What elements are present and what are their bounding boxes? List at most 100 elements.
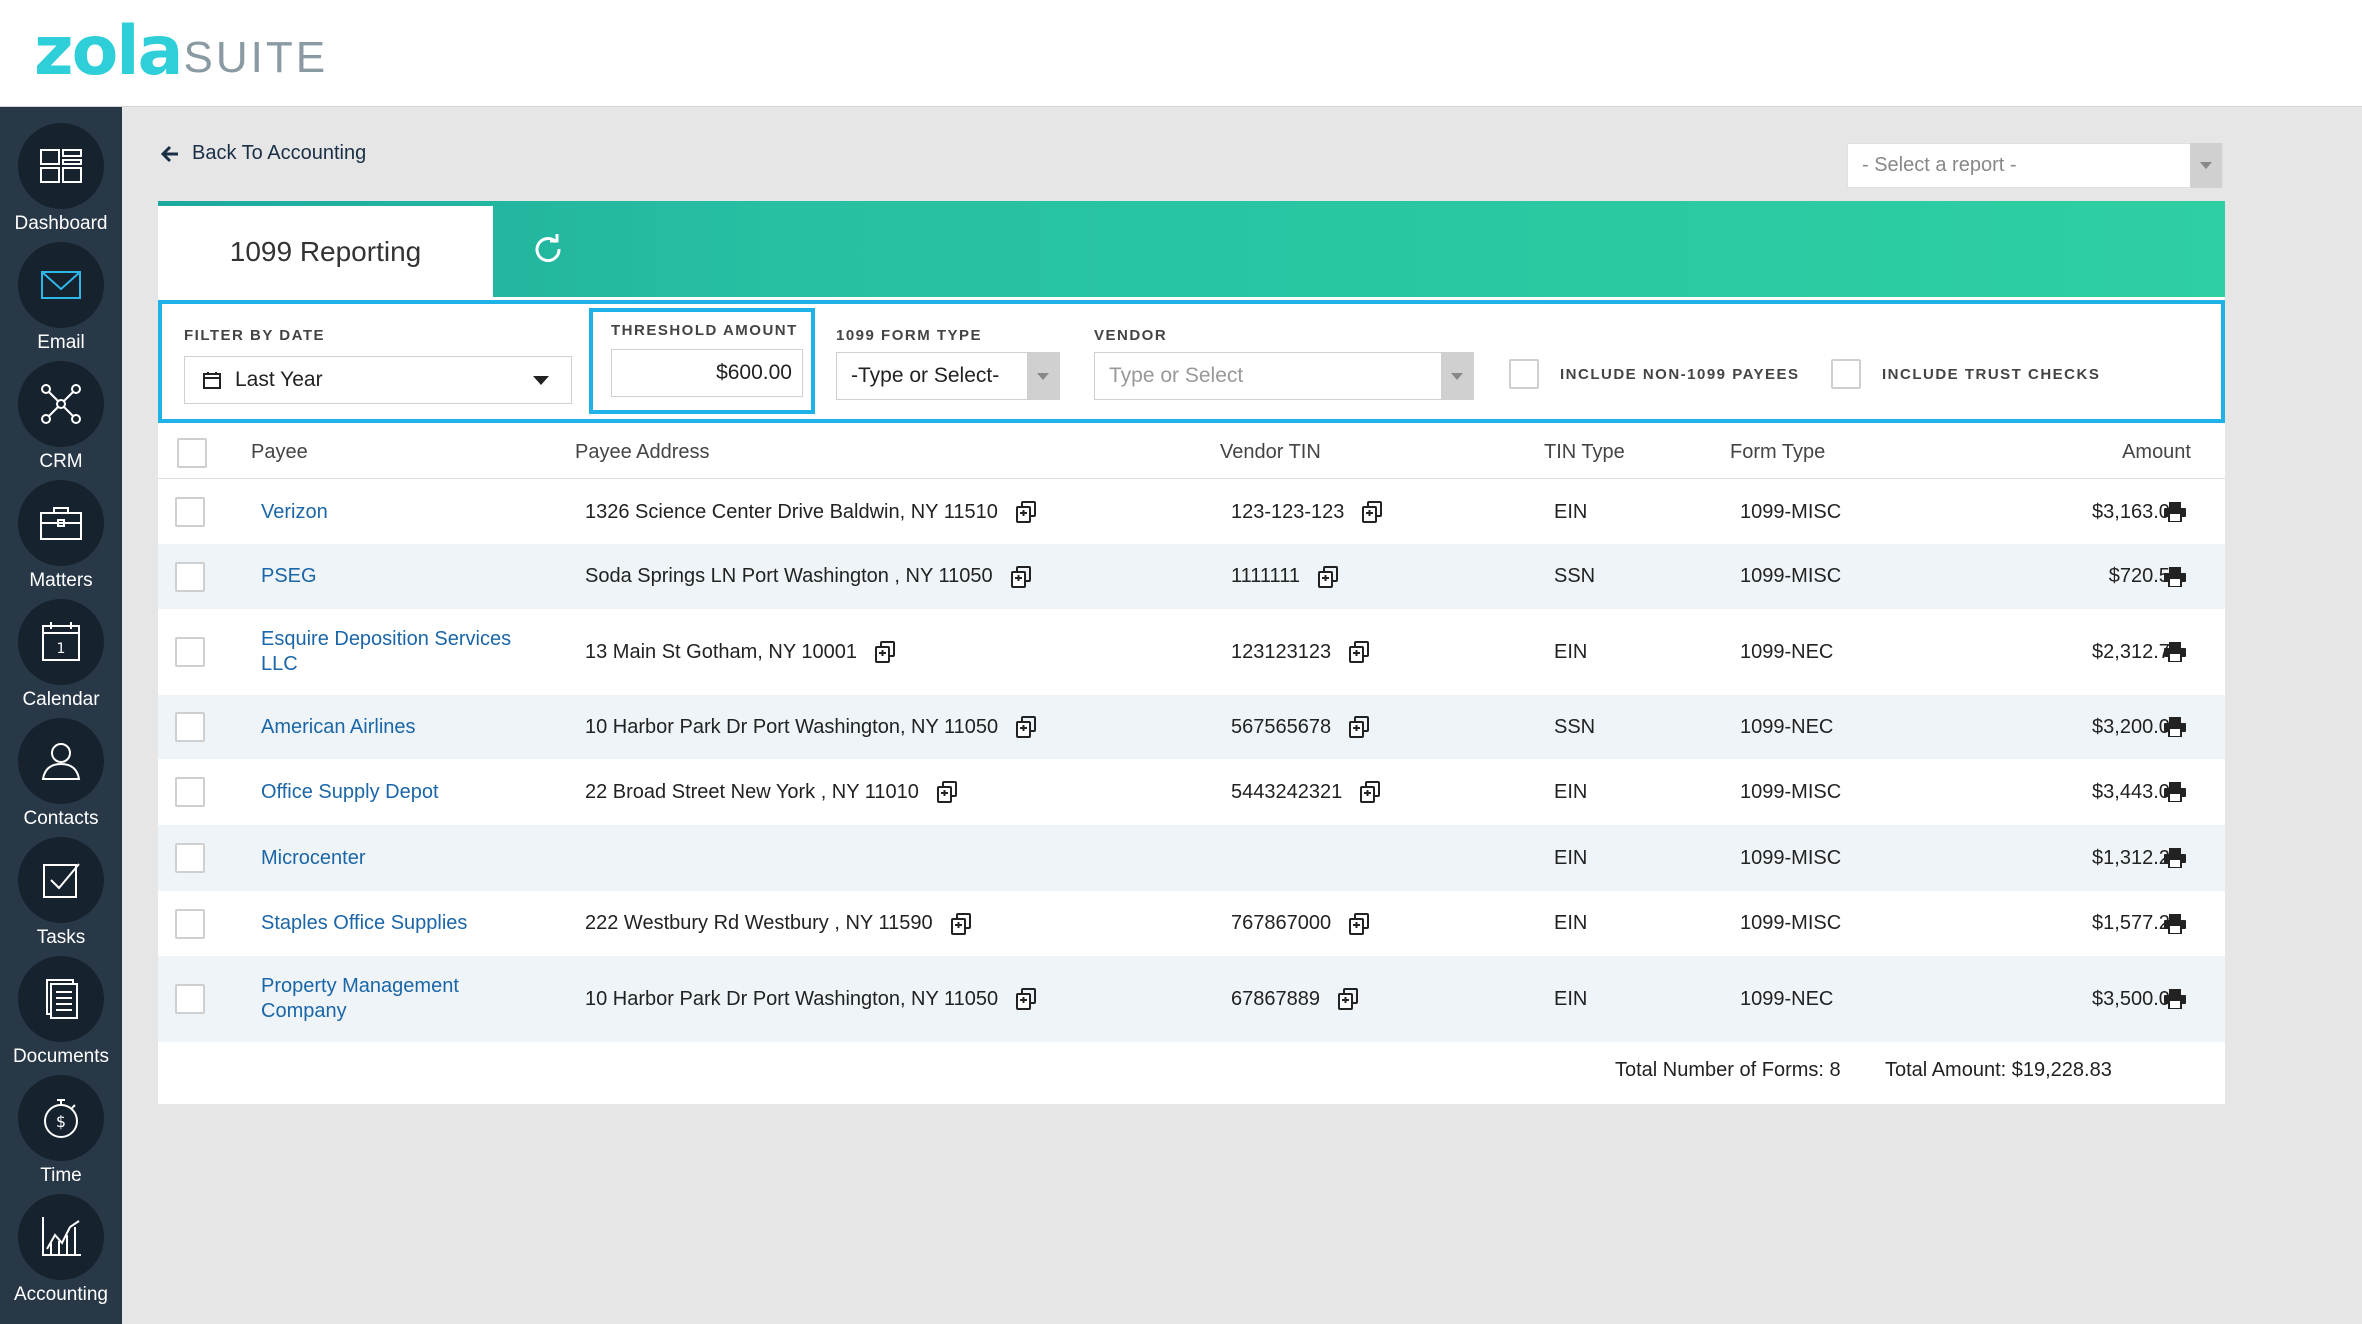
tin-text: 767867000 [1231, 912, 1332, 934]
report-select[interactable]: - Select a report - [1847, 143, 2223, 188]
payee-link[interactable]: Office Supply Depot [261, 780, 439, 805]
refresh-icon[interactable] [530, 231, 566, 267]
sidebar-item-tasks[interactable]: Tasks [0, 831, 122, 950]
select-all-checkbox[interactable] [177, 438, 207, 468]
copy-icon[interactable] [1015, 501, 1036, 523]
row-checkbox[interactable] [175, 777, 205, 807]
header-tin-type[interactable]: TIN Type [1544, 441, 1625, 464]
sidebar-item-label: Documents [12, 1046, 110, 1067]
print-icon[interactable] [2164, 502, 2186, 523]
payee-link[interactable]: Verizon [261, 500, 328, 525]
tin-type-cell: SSN [1554, 544, 1595, 609]
sidebar-item-dashboard[interactable]: Dashboard [0, 117, 122, 236]
header-payee-address[interactable]: Payee Address [575, 441, 710, 464]
form-type-text: 1099-NEC [1740, 987, 1834, 1010]
tin-type-text: SSN [1554, 565, 1596, 587]
copy-icon[interactable] [1317, 565, 1338, 588]
filter-date-label: FILTER BY DATE [184, 327, 325, 344]
copy-icon[interactable] [1349, 641, 1370, 663]
copy-icon[interactable] [1360, 781, 1381, 803]
sidebar-item-contacts[interactable]: Contacts [0, 712, 122, 831]
copy-icon[interactable] [875, 641, 896, 663]
copy-icon[interactable] [1016, 716, 1037, 738]
amount-cell: $3,443.00 [2018, 759, 2181, 825]
row-checkbox[interactable] [175, 843, 205, 873]
sidebar-item-matters[interactable]: Matters [0, 474, 122, 593]
row-checkbox[interactable] [175, 497, 205, 527]
copy-icon[interactable] [1337, 988, 1358, 1010]
copy-icon[interactable] [1362, 501, 1383, 523]
sidebar-item-label: Accounting [13, 1284, 108, 1305]
sidebar-item-label: CRM [39, 451, 83, 472]
copy-icon[interactable] [1010, 565, 1031, 588]
copy-icon[interactable] [1016, 988, 1037, 1010]
copy-icon[interactable] [1349, 716, 1370, 738]
payee-link[interactable]: Staples Office Supplies [261, 911, 467, 936]
row-checkbox[interactable] [175, 637, 205, 667]
sidebar-item-crm[interactable]: CRM [0, 355, 122, 474]
stopwatch-icon: $ [44, 1099, 78, 1138]
sidebar-item-time[interactable]: $ Time [0, 1069, 122, 1188]
tin-type-cell: EIN [1554, 609, 1587, 695]
row-checkbox[interactable] [175, 908, 205, 939]
vendor-combo[interactable]: Type or Select [1094, 352, 1474, 400]
header-payee[interactable]: Payee [251, 441, 308, 464]
sidebar-item-calendar[interactable]: 1 Calendar [0, 593, 122, 712]
include-non1099-checkbox[interactable] [1509, 359, 1539, 389]
tin-text: 567565678 [1231, 715, 1332, 738]
header-amount[interactable]: Amount [2058, 441, 2191, 464]
tin-type-text: EIN [1554, 500, 1588, 523]
form-type-combo[interactable]: -Type or Select- [836, 352, 1060, 400]
payee-link[interactable]: Esquire Deposition Services LLC [261, 627, 546, 677]
form-type-cell: 1099-MISC [1740, 480, 1841, 544]
payee-link[interactable]: PSEG [261, 564, 317, 589]
tin-type-cell: SSN [1554, 695, 1595, 759]
print-icon[interactable] [2164, 566, 2186, 588]
chevron-down-icon[interactable] [2190, 143, 2222, 188]
tab-1099-reporting[interactable]: 1099 Reporting [158, 206, 493, 297]
print-icon[interactable] [2164, 848, 2186, 869]
back-to-accounting-link[interactable]: Back To Accounting [160, 142, 366, 165]
table-row: PSEG Soda Springs LN Port Washington , NY… [158, 544, 2225, 609]
threshold-highlight: THRESHOLD AMOUNT $600.00 [589, 308, 815, 414]
tin-cell: 123123123 [1231, 609, 1370, 695]
calendar-icon [203, 372, 221, 389]
copy-icon[interactable] [936, 781, 957, 803]
copy-icon[interactable] [950, 912, 971, 935]
payee-link[interactable]: American Airlines [261, 715, 416, 740]
print-icon[interactable] [2164, 717, 2186, 738]
address-text: 10 Harbor Park Dr Port Washington, NY 11… [585, 715, 999, 738]
print-icon[interactable] [2164, 913, 2186, 935]
sidebar-item-documents[interactable]: Documents [0, 950, 122, 1069]
chevron-down-icon[interactable] [1441, 353, 1473, 399]
sidebar-item-email[interactable]: Email [0, 236, 122, 355]
svg-text:$: $ [56, 1112, 66, 1131]
chevron-down-icon[interactable] [1027, 353, 1059, 399]
tin-type-text: SSN [1554, 715, 1596, 738]
print-icon[interactable] [2164, 782, 2186, 803]
total-amount-label: Total Amount: [1885, 1059, 2007, 1081]
copy-icon[interactable] [1349, 912, 1370, 935]
zolasuite-logo[interactable]: zola SUITE [34, 18, 328, 86]
sidebar-item-label: Tasks [36, 927, 86, 948]
sidebar-item-accounting[interactable]: Accounting [0, 1188, 122, 1307]
row-checkbox[interactable] [175, 984, 205, 1014]
header-vendor-tin[interactable]: Vendor TIN [1220, 441, 1321, 464]
form-type-text: 1099-MISC [1740, 500, 1842, 523]
header-form-type[interactable]: Form Type [1730, 441, 1825, 464]
payee-link[interactable]: Property Management Company [261, 974, 546, 1024]
payee-link[interactable]: Microcenter [261, 846, 365, 871]
form-type-value: -Type or Select- [851, 364, 1000, 387]
tin-type-cell: EIN [1554, 825, 1587, 891]
amount-cell: $2,312.77 [2018, 609, 2181, 695]
date-filter-select[interactable]: Last Year [184, 356, 572, 404]
print-icon[interactable] [2164, 989, 2186, 1010]
row-checkbox[interactable] [175, 712, 205, 742]
threshold-amount-input[interactable]: $600.00 [611, 349, 803, 397]
sidebar: Dashboard Email CRM Matters 1 Calendar C… [0, 107, 122, 1324]
print-icon[interactable] [2164, 642, 2186, 663]
tin-cell: 567565678 [1231, 695, 1370, 759]
tin-type-cell: EIN [1554, 891, 1587, 956]
include-trust-checkbox[interactable] [1831, 359, 1861, 389]
row-checkbox[interactable] [175, 561, 205, 592]
